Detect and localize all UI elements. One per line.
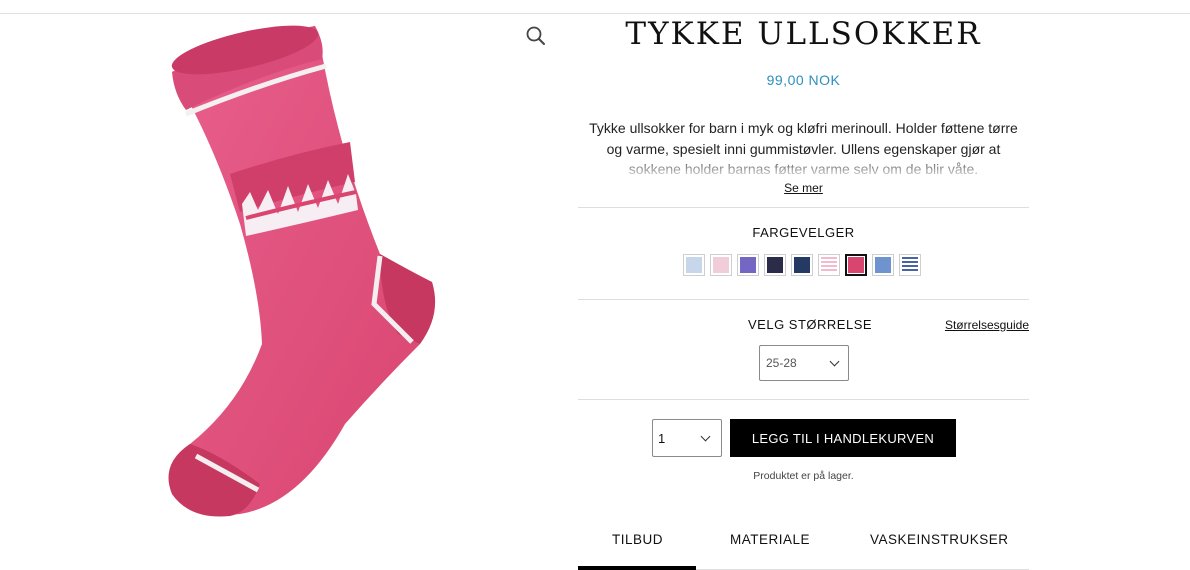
size-select[interactable]: 25-28 <box>759 345 849 381</box>
color-swatch-pink[interactable] <box>845 254 867 276</box>
stock-status: Produktet er på lager. <box>753 470 854 482</box>
swatch-fill <box>902 257 918 273</box>
swatch-fill <box>740 257 756 273</box>
chevron-down-icon <box>829 356 840 366</box>
chevron-down-icon <box>700 431 711 441</box>
product-price: 99,00 NOK <box>766 72 841 88</box>
active-tab-indicator <box>578 566 696 570</box>
divider <box>578 299 1029 300</box>
see-more-row: Se mer <box>578 181 1029 195</box>
swatch-fill <box>713 257 729 273</box>
divider <box>578 399 1029 400</box>
pink-wool-sock-image <box>168 25 436 517</box>
divider <box>578 207 1029 208</box>
add-to-cart-button[interactable]: LEGG TIL I HANDLEKURVEN <box>730 419 956 457</box>
color-swatch-pink-stripe[interactable] <box>818 254 840 276</box>
tab-tilbud[interactable]: TILBUD <box>612 532 663 547</box>
quantity-select[interactable]: 1 <box>652 419 722 457</box>
color-swatch-light-pink[interactable] <box>710 254 732 276</box>
size-guide-link[interactable]: Størrelsesguide <box>945 318 1029 332</box>
size-select-value: 25-28 <box>766 356 797 370</box>
product-title: TYKKE ULLSOKKER <box>625 16 982 52</box>
product-image[interactable] <box>150 14 460 524</box>
tab-vaskeinstrukser[interactable]: VASKEINSTRUKSER <box>870 532 1009 547</box>
swatch-fill <box>875 257 891 273</box>
quantity-value: 1 <box>658 430 666 446</box>
color-swatch-blue-stripe[interactable] <box>899 254 921 276</box>
swatch-fill <box>794 257 810 273</box>
color-swatch-purple[interactable] <box>737 254 759 276</box>
color-swatch-navy[interactable] <box>791 254 813 276</box>
color-picker-label: FARGEVELGER <box>752 225 855 240</box>
color-swatch-light-blue[interactable] <box>683 254 705 276</box>
product-tabs: TILBUD MATERIALE VASKEINSTRUKSER <box>578 518 1029 570</box>
swatch-fill <box>821 257 837 273</box>
tab-materiale[interactable]: MATERIALE <box>730 532 810 547</box>
description-fade <box>578 154 1029 180</box>
magnifier-icon[interactable] <box>525 25 547 47</box>
swatch-fill <box>848 257 864 273</box>
see-more-link[interactable]: Se mer <box>784 181 823 195</box>
color-swatch-dark-navy[interactable] <box>764 254 786 276</box>
color-swatch-blue[interactable] <box>872 254 894 276</box>
swatch-fill <box>767 257 783 273</box>
color-swatches <box>683 254 921 276</box>
size-label: VELG STØRRELSE <box>748 317 873 332</box>
swatch-fill <box>686 257 702 273</box>
